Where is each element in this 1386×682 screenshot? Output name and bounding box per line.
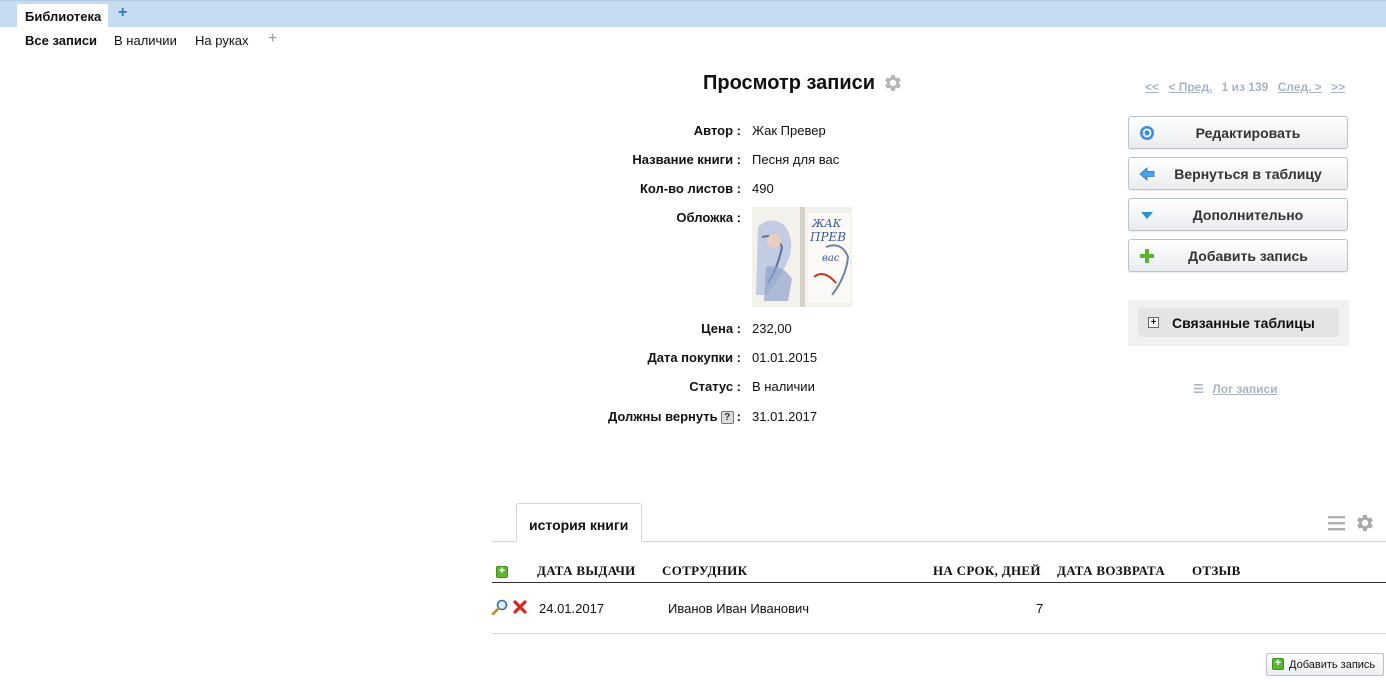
pager-info: 1 из 139 xyxy=(1221,80,1269,94)
view-icon[interactable] xyxy=(491,599,509,618)
add-history-record-button[interactable]: + Добавить запись xyxy=(1266,653,1384,676)
add-record-button[interactable]: Добавить запись xyxy=(1128,239,1348,272)
list-icon[interactable] xyxy=(1328,515,1345,534)
back-to-table-button-label: Вернуться в таблицу xyxy=(1174,166,1322,182)
add-tab-button[interactable]: + xyxy=(118,4,127,22)
cell-term-days: 7 xyxy=(1036,601,1044,616)
field-value-due-date: 31.01.2017 xyxy=(752,409,818,424)
back-to-table-button[interactable]: Вернуться в таблицу xyxy=(1128,157,1348,190)
column-header-term-days[interactable]: НА СРОК, ДНЕЙ xyxy=(933,563,1041,579)
field-value-author: Жак Превер xyxy=(752,123,826,138)
field-label-purchase-date: Дата покупки : xyxy=(647,350,741,365)
delete-icon[interactable] xyxy=(513,600,527,617)
cell-employee: Иванов Иван Иванович xyxy=(668,601,810,616)
gear-icon[interactable] xyxy=(882,72,904,97)
add-history-record-label: Добавить запись xyxy=(1289,659,1376,671)
edit-button-label: Редактировать xyxy=(1195,125,1301,141)
field-value-pages: 490 xyxy=(752,181,774,196)
edit-button[interactable]: Редактировать xyxy=(1128,116,1348,149)
list-icon xyxy=(1194,382,1206,396)
column-header-review[interactable]: ОТЗЫВ xyxy=(1192,563,1241,579)
pager-last-link[interactable]: >> xyxy=(1331,80,1345,94)
field-value-price: 232,00 xyxy=(752,321,792,336)
expand-icon: + xyxy=(1148,317,1159,328)
add-view-button[interactable]: + xyxy=(268,30,277,48)
table-row-divider xyxy=(492,633,1386,634)
pager-first-link[interactable]: << xyxy=(1145,80,1159,94)
field-value-status: В наличии xyxy=(752,379,815,394)
column-header-return-date[interactable]: ДАТА ВОЗВРАТА xyxy=(1057,563,1165,579)
related-tables-toggle[interactable]: + Связанные таблицы xyxy=(1138,308,1339,337)
field-value-purchase-date: 01.01.2015 xyxy=(752,350,818,365)
table-header-divider xyxy=(492,582,1386,583)
top-tab-bar: Библиотека + xyxy=(0,0,1386,28)
field-value-title: Песня для вас xyxy=(752,152,840,167)
field-label-due-date-colon: : xyxy=(736,409,741,424)
record-pager: << < Пред. 1 из 139 След. > >> xyxy=(1145,80,1351,94)
field-label-pages: Кол-во листов : xyxy=(639,181,741,196)
plus-icon: + xyxy=(1272,658,1284,670)
view-tab-all[interactable]: Все записи xyxy=(25,33,97,48)
field-label-cover: Обложка : xyxy=(676,210,741,225)
field-label-due-date: Должны вернуть?: xyxy=(608,409,741,424)
column-header-employee[interactable]: СОТРУДНИК xyxy=(662,563,747,579)
pager-next-link[interactable]: След. > xyxy=(1278,80,1322,94)
page-title: Просмотр записи xyxy=(703,72,876,94)
tab-library[interactable]: Библиотека xyxy=(17,4,108,28)
related-tables-label: Связанные таблицы xyxy=(1172,315,1315,331)
field-label-title: Название книги : xyxy=(632,152,741,167)
view-tab-available[interactable]: В наличии xyxy=(114,33,177,48)
record-log-link[interactable]: Лог записи xyxy=(1194,382,1278,396)
field-label-author: Автор : xyxy=(693,123,741,138)
cell-issue-date: 24.01.2017 xyxy=(539,601,605,616)
more-button[interactable]: Дополнительно xyxy=(1128,198,1348,231)
field-label-status: Статус : xyxy=(689,379,741,394)
field-label-price: Цена : xyxy=(701,321,741,336)
cover-text-mid: ПРЕВ xyxy=(809,230,846,244)
gear-icon[interactable] xyxy=(1354,512,1376,537)
record-log-label: Лог записи xyxy=(1212,382,1278,396)
tab-book-history[interactable]: история книги xyxy=(516,503,642,542)
add-record-button-label: Добавить запись xyxy=(1188,248,1308,264)
view-tab-on-loan[interactable]: На руках xyxy=(195,33,249,48)
field-label-due-date-text: Должны вернуть xyxy=(607,409,718,424)
pager-prev-link[interactable]: < Пред. xyxy=(1168,80,1212,94)
column-header-issue-date[interactable]: ДАТА ВЫДАЧИ xyxy=(537,563,636,579)
related-tables-panel: + Связанные таблицы xyxy=(1128,300,1349,346)
help-icon[interactable]: ? xyxy=(720,411,734,424)
cover-text-bottom: вас xyxy=(822,253,840,264)
more-button-label: Дополнительно xyxy=(1192,207,1304,223)
cover-image[interactable]: ЖАК ПРЕВ вас xyxy=(752,207,852,307)
add-row-icon[interactable]: + xyxy=(496,566,508,578)
cover-text-top: ЖАК xyxy=(811,217,842,230)
